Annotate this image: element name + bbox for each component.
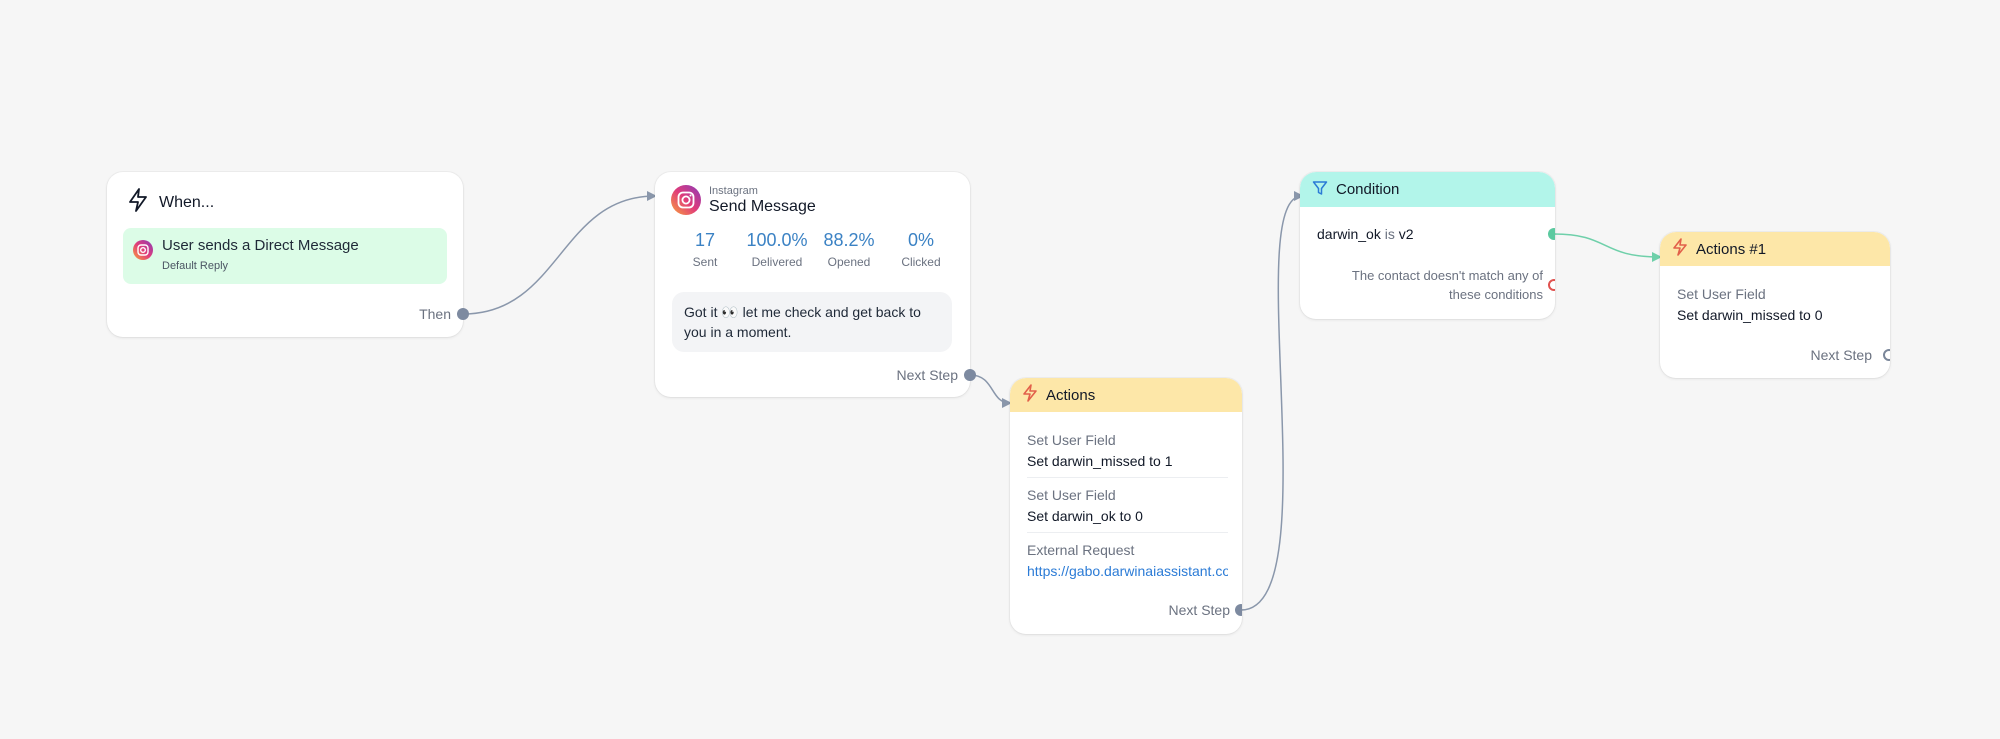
instagram-icon — [133, 240, 153, 265]
action-item[interactable]: Set User Field Set darwin_missed to 1 — [1027, 432, 1228, 469]
stat-label: Delivered — [751, 255, 803, 269]
edge-when-to-send — [462, 191, 657, 315]
then-port-label: Then — [419, 306, 451, 322]
condition-else-port[interactable] — [1548, 279, 1555, 291]
eyes-emoji: 👀 — [721, 304, 739, 320]
lightning-icon — [127, 188, 149, 217]
next-step-port-label: Next Step — [1810, 347, 1872, 363]
action-detail: Set darwin_ok to 0 — [1027, 508, 1143, 524]
stat-delivered[interactable]: 100.0% Delivered — [741, 230, 813, 269]
stat-label: Clicked — [901, 255, 941, 269]
action-type: External Request — [1027, 542, 1135, 558]
condition-rule[interactable]: darwin_ok is v2 — [1317, 226, 1414, 242]
divider — [1027, 477, 1228, 478]
divider — [1027, 532, 1228, 533]
action-type: Set User Field — [1027, 487, 1116, 503]
message-preview[interactable]: Got it 👀 let me check and get back to yo… — [672, 292, 952, 352]
trigger-item-subtitle: Default Reply — [162, 260, 229, 272]
next-step-port-label: Next Step — [896, 367, 958, 383]
condition-field: darwin_ok — [1317, 226, 1381, 242]
action-detail: Set darwin_missed to 1 — [1027, 453, 1173, 469]
action-type: Set User Field — [1027, 432, 1116, 448]
stat-label: Opened — [827, 255, 871, 269]
message-stats: 17 Sent 100.0% Delivered 88.2% Opened 0%… — [669, 230, 957, 269]
next-step-port-label: Next Step — [1168, 602, 1230, 618]
message-text-start: Got it — [684, 304, 718, 320]
edge-condition-to-actions1 — [1553, 233, 1662, 262]
condition-value: v2 — [1398, 226, 1414, 242]
condition-node-title: Condition — [1336, 181, 1400, 198]
stat-value: 17 — [694, 230, 716, 250]
send-message-node[interactable]: Instagram Send Message 17 Sent 100.0% De… — [655, 172, 976, 397]
stat-label: Sent — [692, 255, 718, 269]
filter-icon — [1312, 180, 1328, 200]
condition-node-header: Condition — [1300, 172, 1555, 207]
stat-value: 0% — [907, 230, 934, 250]
external-request-url[interactable]: https://gabo.darwinaiassistant.co — [1027, 563, 1228, 579]
lightning-icon — [1672, 238, 1688, 260]
action-item[interactable]: Set User Field Set darwin_missed to 0 — [1677, 286, 1876, 323]
actions-1-node[interactable]: Actions #1 Set User Field Set darwin_mis… — [1660, 232, 1890, 378]
condition-true-port[interactable] — [1548, 228, 1555, 240]
edge-actions-to-condition — [1240, 191, 1304, 611]
next-step-port[interactable] — [1883, 349, 1890, 361]
edge-send-to-actions — [969, 374, 1012, 408]
trigger-node[interactable]: When... User sends a Direct Message Defa… — [107, 172, 469, 337]
next-step-port[interactable] — [964, 369, 976, 381]
instagram-icon — [671, 185, 701, 220]
condition-else-text: The contact doesn't match any of these c… — [1351, 268, 1543, 302]
stat-sent[interactable]: 17 Sent — [669, 230, 741, 269]
stat-clicked[interactable]: 0% Clicked — [885, 230, 957, 269]
next-step-port[interactable] — [1235, 604, 1242, 616]
actions-node-title: Actions — [1046, 386, 1096, 404]
channel-label: Instagram — [709, 185, 758, 197]
action-type: Set User Field — [1677, 286, 1766, 302]
then-port[interactable] — [457, 308, 469, 320]
condition-operator: is — [1384, 226, 1395, 242]
stat-value: 100.0% — [746, 230, 808, 250]
action-item[interactable]: Set User Field Set darwin_ok to 0 — [1027, 487, 1228, 524]
message-text-rest: let me check and get back to you in a mo… — [684, 304, 921, 340]
lightning-icon — [1022, 384, 1038, 406]
trigger-item-dm[interactable]: User sends a Direct Message Default Repl… — [123, 228, 447, 284]
actions-node-header: Actions — [1010, 378, 1242, 412]
flow-canvas[interactable]: When... User sends a Direct Message Defa… — [0, 0, 2000, 739]
stat-opened[interactable]: 88.2% Opened — [813, 230, 885, 269]
actions-1-node-title: Actions #1 — [1696, 240, 1767, 258]
stat-value: 88.2% — [823, 230, 875, 250]
actions-1-node-header: Actions #1 — [1660, 232, 1890, 266]
trigger-node-title: When... — [159, 193, 215, 211]
action-detail: Set darwin_missed to 0 — [1677, 307, 1823, 323]
condition-node[interactable]: Condition darwin_ok is v2 The contact do… — [1300, 172, 1555, 319]
trigger-item-title: User sends a Direct Message — [162, 237, 359, 254]
send-message-title: Send Message — [709, 198, 816, 215]
action-item[interactable]: External Request https://gabo.darwinaias… — [1027, 542, 1228, 579]
actions-node[interactable]: Actions Set User Field Set darwin_missed… — [1010, 378, 1242, 634]
